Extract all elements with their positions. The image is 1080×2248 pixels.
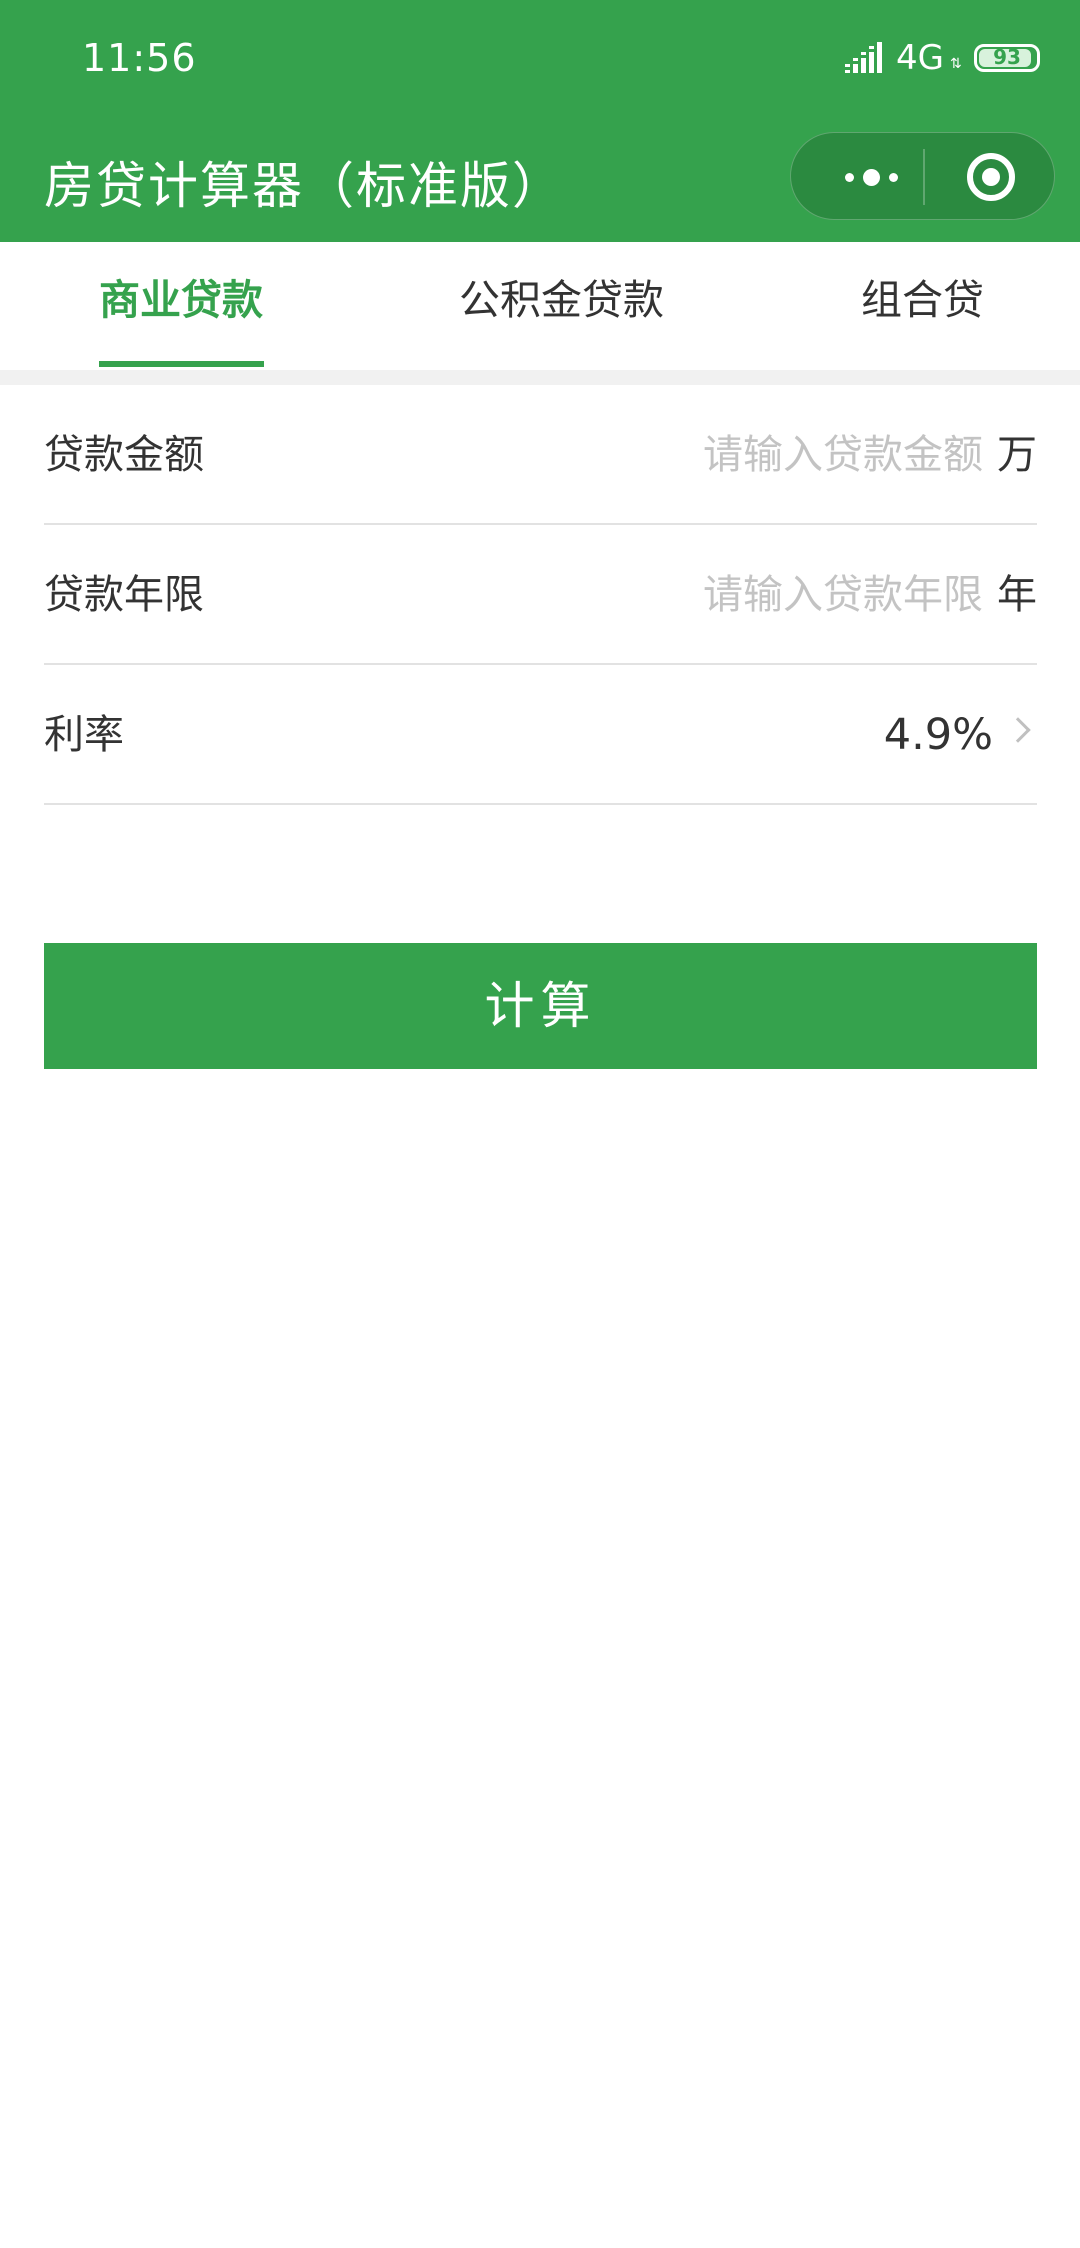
interest-rate-label: 利率 — [44, 712, 124, 758]
tab-combined-loan[interactable]: 组合贷 — [861, 242, 984, 370]
loan-amount-unit: 万 — [997, 432, 1037, 478]
battery-level: 93 — [993, 45, 1021, 69]
tab-commercial-loan[interactable]: 商业贷款 — [99, 242, 263, 370]
mini-program-capsule — [790, 132, 1055, 220]
interest-rate-value: 4.9% — [883, 710, 993, 760]
active-tab-indicator — [99, 361, 264, 367]
more-dot — [888, 172, 898, 182]
calculate-button[interactable]: 计算 — [44, 943, 1037, 1069]
record-circle-icon[interactable] — [967, 153, 1015, 201]
section-divider — [0, 370, 1080, 385]
chevron-right-icon — [1005, 717, 1031, 743]
loan-type-tabs: 商业贷款 公积金贷款 组合贷 — [0, 242, 1080, 370]
interest-rate-row[interactable]: 利率 4.9% — [44, 665, 1037, 805]
capsule-divider — [923, 149, 925, 205]
status-time: 11:56 — [82, 36, 197, 80]
loan-amount-input[interactable] — [463, 425, 983, 485]
loan-years-input[interactable] — [463, 565, 983, 625]
more-dots-icon[interactable] — [819, 133, 923, 221]
loan-amount-row: 贷款金额 万 — [44, 385, 1037, 525]
tab-provident-fund-loan[interactable]: 公积金贷款 — [459, 242, 664, 370]
network-type: 4G — [896, 38, 944, 78]
network-activity-icon: ⇅ — [950, 56, 962, 72]
loan-amount-label: 贷款金额 — [44, 432, 204, 478]
app-header: 11:56 4G ⇅ 93 房贷计算器（标准版） — [0, 0, 1080, 242]
loan-years-unit: 年 — [997, 572, 1037, 618]
more-dot — [844, 172, 854, 182]
battery-icon: 93 — [974, 44, 1040, 72]
signal-icon — [845, 42, 882, 73]
loan-years-row: 贷款年限 年 — [44, 525, 1037, 665]
more-dot — [862, 168, 880, 186]
loan-years-label: 贷款年限 — [44, 572, 204, 618]
page-title: 房贷计算器（标准版） — [44, 157, 564, 215]
